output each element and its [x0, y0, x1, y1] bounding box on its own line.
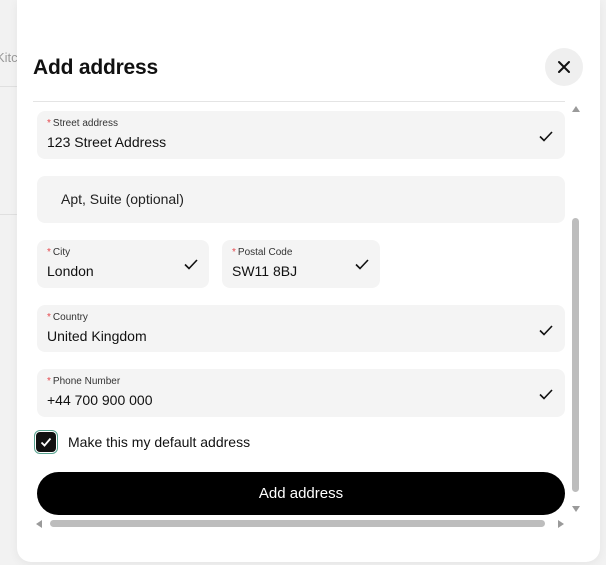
country-label: * Country [47, 312, 88, 323]
scroll-right-arrow-icon[interactable] [557, 519, 565, 529]
country-field[interactable]: * Country United Kingdom [37, 305, 565, 352]
postal-code-value: SW11 8BJ [232, 263, 298, 279]
add-address-modal: Add address * Street address 123 Street A… [17, 0, 600, 562]
city-label: * City [47, 247, 71, 258]
check-icon [539, 389, 553, 400]
apt-suite-field[interactable]: Apt, Suite (optional) [37, 176, 565, 223]
vertical-scrollbar-thumb[interactable] [572, 218, 579, 492]
scroll-down-arrow-icon[interactable] [571, 505, 581, 513]
apt-suite-placeholder: Apt, Suite (optional) [61, 191, 184, 207]
check-icon [355, 259, 369, 270]
required-marker: * [47, 312, 51, 323]
modal-title: Add address [33, 56, 158, 79]
check-icon [184, 259, 198, 270]
street-address-label: * Street address [47, 118, 118, 129]
background-fragment-text: Kitc [0, 50, 18, 65]
scroll-up-arrow-icon[interactable] [571, 105, 581, 113]
country-value: United Kingdom [47, 328, 147, 344]
phone-number-field[interactable]: * Phone Number +44 700 900 000 [37, 369, 565, 417]
close-button[interactable] [545, 48, 583, 86]
checkmark-icon [40, 437, 52, 447]
city-value: London [47, 263, 94, 279]
check-icon [539, 325, 553, 336]
scroll-left-arrow-icon[interactable] [35, 519, 43, 529]
close-icon [558, 61, 570, 73]
street-address-field[interactable]: * Street address 123 Street Address [37, 111, 565, 159]
header-divider [33, 101, 565, 102]
city-field[interactable]: * City London [37, 240, 209, 288]
required-marker: * [47, 376, 51, 387]
phone-number-label: * Phone Number [47, 376, 121, 387]
check-icon [539, 131, 553, 142]
default-address-checkbox[interactable] [34, 430, 58, 454]
postal-code-field[interactable]: * Postal Code SW11 8BJ [222, 240, 380, 288]
required-marker: * [47, 118, 51, 129]
postal-code-label: * Postal Code [232, 247, 293, 258]
default-address-label[interactable]: Make this my default address [68, 434, 250, 450]
phone-number-value: +44 700 900 000 [47, 392, 153, 408]
street-address-value: 123 Street Address [47, 134, 167, 150]
required-marker: * [47, 247, 51, 258]
add-address-button[interactable]: Add address [37, 472, 565, 515]
horizontal-scrollbar-thumb[interactable] [50, 520, 545, 527]
required-marker: * [232, 247, 236, 258]
